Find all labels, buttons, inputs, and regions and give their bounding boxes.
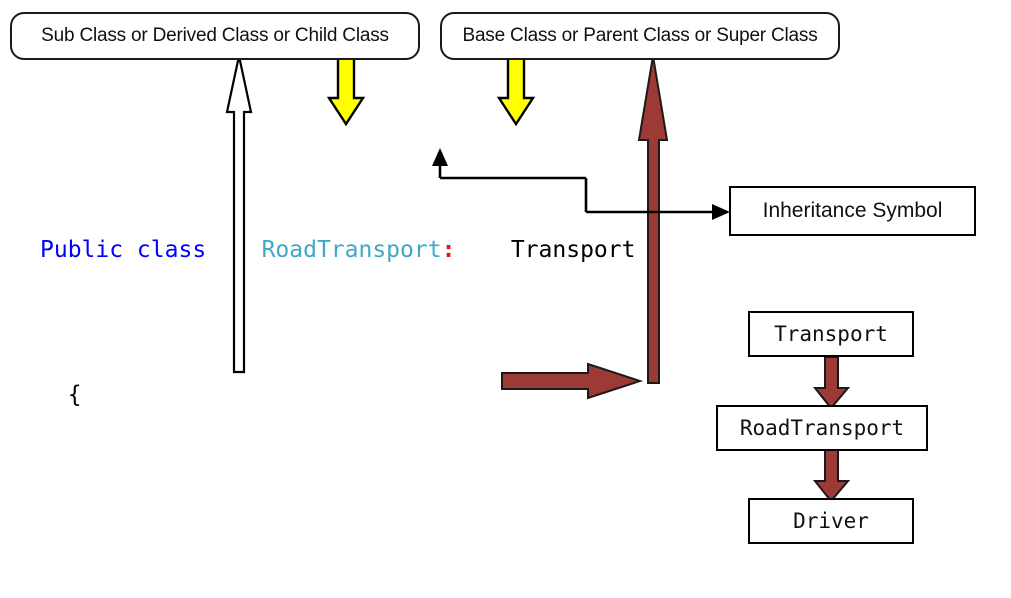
box-hierarchy-transport-label: Transport xyxy=(774,322,888,346)
code-block: Public class RoadTransport: Transport { … xyxy=(40,120,635,598)
code-line-roadtransport-open-brace: { xyxy=(40,381,635,410)
class-name-roadtransport: RoadTransport xyxy=(261,237,442,263)
kw-public-class-1: Public class xyxy=(40,237,207,263)
spacer-1 xyxy=(206,237,261,263)
callout-base-class: Base Class or Parent Class or Super Clas… xyxy=(440,12,840,60)
callout-base-class-label: Base Class or Parent Class or Super Clas… xyxy=(462,25,818,46)
callout-sub-class: Sub Class or Derived Class or Child Clas… xyxy=(10,12,420,60)
code-line-roadtransport-signature: Public class RoadTransport: Transport xyxy=(40,236,635,265)
spacer-2 xyxy=(455,237,510,263)
box-hierarchy-transport: Transport xyxy=(748,311,914,357)
open-brace-roadtransport: { xyxy=(67,382,82,408)
darkred-arrow-roadtransport-to-driver-icon xyxy=(812,449,851,503)
box-hierarchy-driver: Driver xyxy=(748,498,914,544)
box-inheritance-symbol-label: Inheritance Symbol xyxy=(762,199,943,222)
indent-1 xyxy=(40,382,68,408)
box-inheritance-symbol: Inheritance Symbol xyxy=(729,186,976,236)
colon-symbol-roadtransport: : xyxy=(441,237,456,263)
darkred-arrow-transport-to-roadtransport-icon xyxy=(812,356,851,410)
yellow-arrow-roadtransport-icon xyxy=(326,55,366,127)
box-hierarchy-roadtransport: RoadTransport xyxy=(716,405,928,451)
diagram-canvas: Sub Class or Derived Class or Child Clas… xyxy=(0,0,1011,598)
elbow-right-arrowhead-icon xyxy=(712,204,730,220)
callout-sub-class-label: Sub Class or Derived Class or Child Clas… xyxy=(41,25,389,46)
darkred-arrow-baseclass-icon xyxy=(637,55,669,384)
base-name-transport: Transport xyxy=(510,237,636,263)
box-hierarchy-driver-label: Driver xyxy=(793,509,869,533)
yellow-arrow-transport-icon xyxy=(496,55,536,127)
code-gap-1 xyxy=(40,497,635,526)
box-hierarchy-roadtransport-label: RoadTransport xyxy=(739,416,905,440)
